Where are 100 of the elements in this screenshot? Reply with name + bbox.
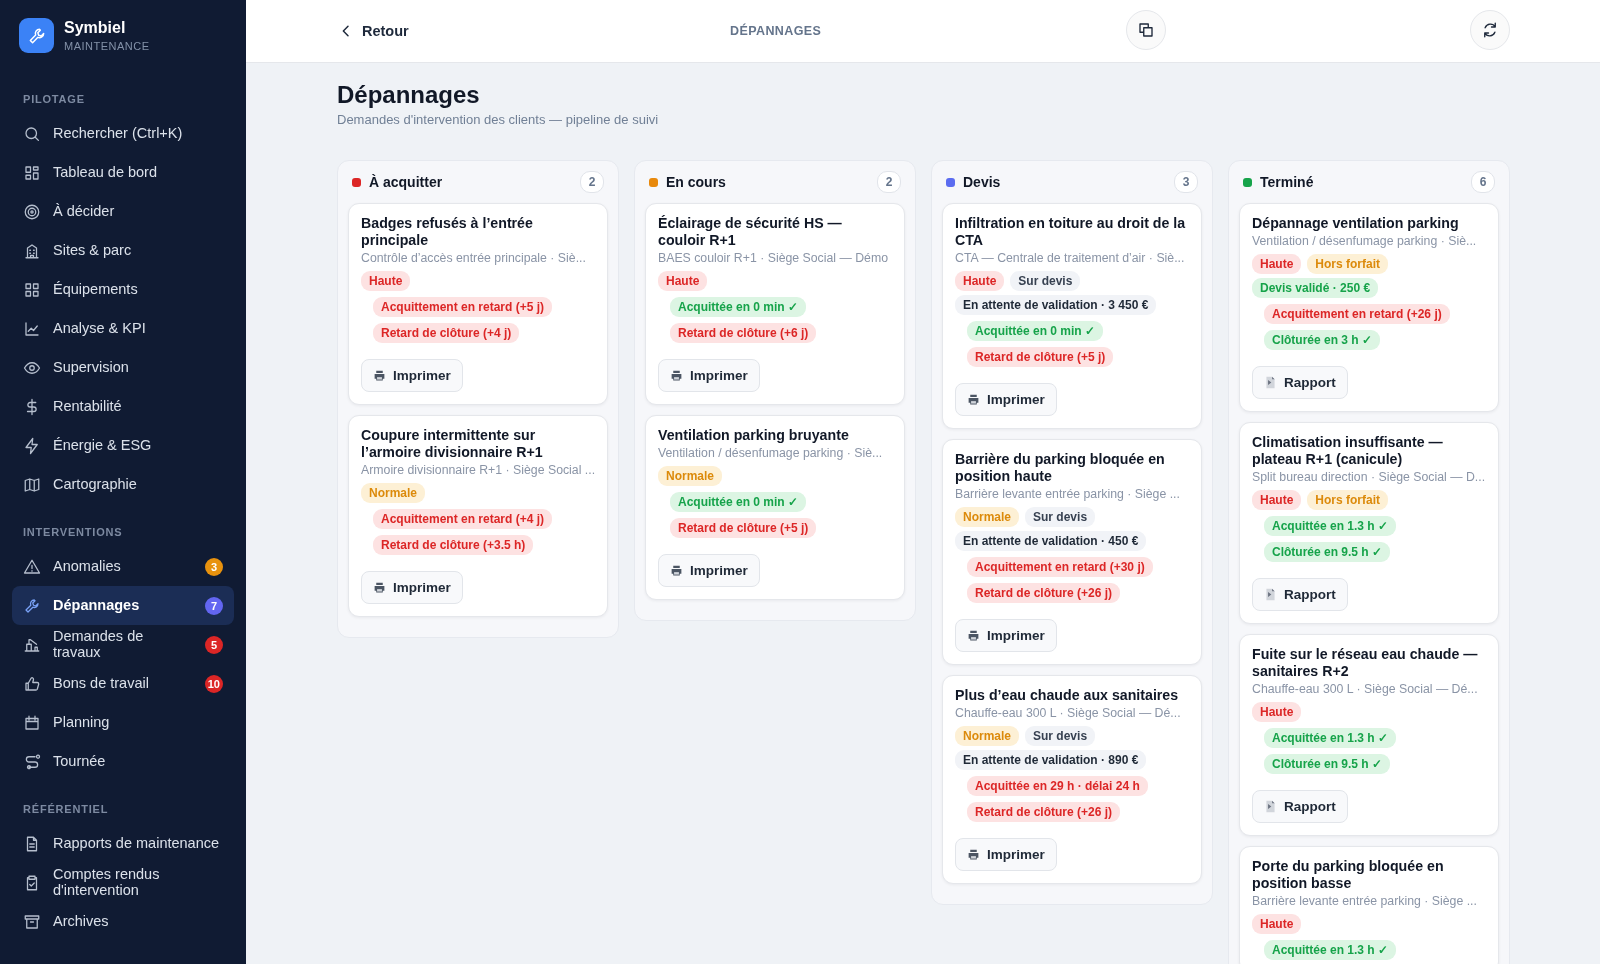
refresh-icon [1481, 21, 1499, 39]
print-button[interactable]: Imprimer [361, 359, 463, 393]
sidebar-item[interactable]: Demandes de travaux 5 [12, 625, 234, 664]
count-badge: 6 [1471, 171, 1495, 193]
sidebar-item[interactable]: Dépannages 7 [12, 586, 234, 625]
printer-icon [373, 369, 386, 383]
quote-status: En attente de validation · 3 450 € [955, 295, 1157, 316]
ticket-card[interactable]: Dépannage ventilation parking Ventilation / désenfumage parking · Siè... Haute Hors forfait Devis validé · 250 € Acquittement en retard (+26 j) Clôturée en 3 h ✓ Rapport [1239, 203, 1499, 413]
ticket-card[interactable]: Coupure intermittente sur l’armoire divisionnaire R+1 Armoire divisionnaire R+1 · Siège Social ... Normale Acquittement en retard (+4 j) Retard de clôture (+3.5 h) Imprimer [348, 415, 608, 618]
print-button[interactable]: Imprimer [361, 571, 463, 605]
page-title: Dépannages [337, 81, 481, 109]
sla-tag: Acquittée en 0 min ✓ [670, 492, 807, 513]
ticket-card[interactable]: Ventilation parking bruyante Ventilation / désenfumage parking · Siè... Normale Acquittée en 0 min ✓ Retard de clôture (+5 j) Imprimer [645, 415, 905, 601]
section-title: RÉFÉRENTIEL [22, 802, 110, 817]
column-title: À acquitter [369, 174, 444, 190]
back-button[interactable]: Retour [338, 19, 409, 43]
sidebar-item[interactable]: Tableau de bord [12, 153, 234, 192]
sla-tag: Acquittée en 1.3 h ✓ [1264, 940, 1397, 961]
sidebar-item[interactable]: Planning [12, 703, 234, 742]
quote-status: En attente de validation · 890 € [955, 750, 1147, 771]
section-title: INTERVENTIONS [22, 525, 124, 540]
sla-tag: Retard de clôture (+3.5 h) [373, 535, 534, 556]
sla-tag: Retard de clôture (+26 j) [967, 583, 1121, 604]
refresh-button[interactable] [1470, 10, 1510, 50]
card-title: Fuite sur le réseau eau chaude — sanitaires R+2 [1252, 646, 1479, 681]
ticket-card[interactable]: Fuite sur le réseau eau chaude — sanitaires R+2 Chauffe-eau 300 L · Siège Social — Dé... Haute Acquittée en 1.3 h ✓ Clôturée en 9.5 h ✓ Rapport [1239, 634, 1499, 837]
route-icon [23, 752, 41, 771]
sidebar-item[interactable]: À décider [12, 192, 234, 231]
priority-tag: Haute [1252, 702, 1302, 723]
grid-icon [23, 280, 41, 299]
sla-tag: Acquittée en 1.3 h ✓ [1264, 728, 1397, 749]
sla-tag: Acquittée en 1.3 h ✓ [1264, 516, 1397, 537]
sidebar-item[interactable]: Comptes rendus d'intervention [12, 863, 234, 902]
printer-icon [670, 564, 683, 578]
document-icon [1264, 588, 1277, 602]
sla-tag: Acquittement en retard (+30 j) [967, 557, 1153, 578]
card-title: Porte du parking bloquée en position basse [1252, 858, 1445, 893]
sla-tag: Retard de clôture (+6 j) [670, 323, 817, 344]
priority-tag: Normale [658, 466, 723, 487]
sidebar-item[interactable]: Énergie & ESG [12, 426, 234, 465]
report-button[interactable]: Rapport [1252, 366, 1348, 400]
sidebar-item[interactable]: Analyse & KPI [12, 309, 234, 348]
count-badge: 5 [205, 635, 223, 654]
count-badge: 2 [877, 171, 901, 193]
sidebar-item[interactable]: Archives [12, 902, 234, 941]
sidebar-item[interactable]: Tournée [12, 742, 234, 781]
print-button[interactable]: Imprimer [955, 838, 1057, 872]
sla-tag: Acquittée en 0 min ✓ [967, 321, 1104, 342]
ticket-card[interactable] [942, 439, 1202, 666]
sidebar-item[interactable]: Cartographie [12, 465, 234, 504]
document-icon [1264, 800, 1277, 814]
print-button[interactable]: Imprimer [658, 359, 760, 393]
ticket-card[interactable]: Badges refusés à l’entrée principale Contrôle d’accès entrée principale · Siè... Haute Acquittement en retard (+5 j) Retard de clôture (+4 j) Imprimer [348, 203, 608, 406]
report-button[interactable]: Rapport [1252, 578, 1348, 612]
section-title: PILOTAGE [22, 92, 86, 107]
priority-tag: Haute [955, 271, 1005, 292]
search-icon [23, 124, 41, 143]
app-subtitle: MAINTENANCE [64, 40, 150, 52]
report-button[interactable]: Rapport [1252, 790, 1348, 824]
thumb-up-icon [23, 674, 41, 693]
ticket-card[interactable]: Éclairage de sécurité HS — couloir R+1 BAES couloir R+1 · Siège Social — Démo Haute Acquittée en 0 min ✓ Retard de clôture (+6 j) Imprimer [645, 203, 905, 406]
target-icon [23, 202, 41, 221]
billing-tag: Sur devis [1025, 726, 1096, 747]
card-title: Badges refusés à l’entrée principale [361, 215, 534, 250]
billing-tag: Hors forfait [1307, 490, 1388, 511]
sla-tag: Retard de clôture (+5 j) [967, 347, 1114, 368]
copy-button[interactable] [1126, 10, 1166, 50]
card-title: Éclairage de sécurité HS — couloir R+1 [658, 215, 843, 250]
count-badge: 3 [205, 557, 223, 576]
priority-tag: Haute [1252, 254, 1302, 275]
quote-status: Devis validé · 250 € [1252, 278, 1379, 299]
archive-icon [23, 912, 41, 931]
print-button[interactable]: Imprimer [955, 619, 1057, 653]
sidebar-item[interactable]: Anomalies 3 [12, 547, 234, 586]
card-subtitle: Ventilation / désenfumage parking · Siè... [658, 446, 884, 461]
warning-icon [23, 557, 41, 576]
ticket-card[interactable]: Plus d’eau chaude aux sanitaires Chauffe-eau 300 L · Siège Social — Dé... Normale Sur devis En attente de validation · 890 € Acquittée en 29 h · délai 24 h Retard de clôture (+26 j) Imprimer [942, 675, 1202, 885]
sidebar-item[interactable]: Rapports de maintenance [12, 824, 234, 863]
print-button[interactable]: Imprimer [955, 383, 1057, 417]
ticket-card[interactable]: Climatisation insuffisante — plateau R+1 (canicule) Split bureau direction · Siège Social — D... Haute Hors forfait Acquittée en 1.3 h ✓ Clôturée en 9.5 h ✓ Rapport [1239, 422, 1499, 625]
sidebar-item[interactable]: Supervision [12, 348, 234, 387]
sidebar-item[interactable]: Rechercher (Ctrl+K) [12, 114, 234, 153]
count-badge: 2 [580, 171, 604, 193]
printer-icon [967, 629, 980, 643]
sidebar-item[interactable]: Bons de travail 10 [12, 664, 234, 703]
sidebar-item[interactable]: Équipements [12, 270, 234, 309]
logo-icon [19, 18, 54, 53]
sidebar-item[interactable]: Sites & parc [12, 231, 234, 270]
quote-status: En attente de validation · 450 € [955, 531, 1147, 552]
priority-tag: Haute [1252, 914, 1302, 935]
card-subtitle: BAES couloir R+1 · Siège Social — Démo [658, 251, 889, 266]
ticket-card[interactable]: Infiltration en toiture au droit de la CTA CTA — Centrale de traitement d’air · Siè... Haute Sur devis En attente de validation · 3 450 € Acquittée en 0 min ✓ Retard de clôture (+5 j) Imprimer [942, 203, 1202, 430]
sidebar-item[interactable]: Rentabilité [12, 387, 234, 426]
sla-tag: Clôturée en 3 h ✓ [1264, 330, 1381, 351]
print-button[interactable]: Imprimer [658, 554, 760, 588]
sla-tag: Acquittement en retard (+5 j) [373, 297, 553, 318]
priority-tag: Haute [361, 271, 411, 292]
count-badge: 7 [205, 596, 223, 615]
card-title: Ventilation parking bruyante [658, 427, 850, 445]
ticket-card[interactable]: Porte du parking bloquée en position basse Barrière levante entrée parking · Siège ... Haute Acquittée en 1.3 h ✓ [1239, 846, 1499, 964]
